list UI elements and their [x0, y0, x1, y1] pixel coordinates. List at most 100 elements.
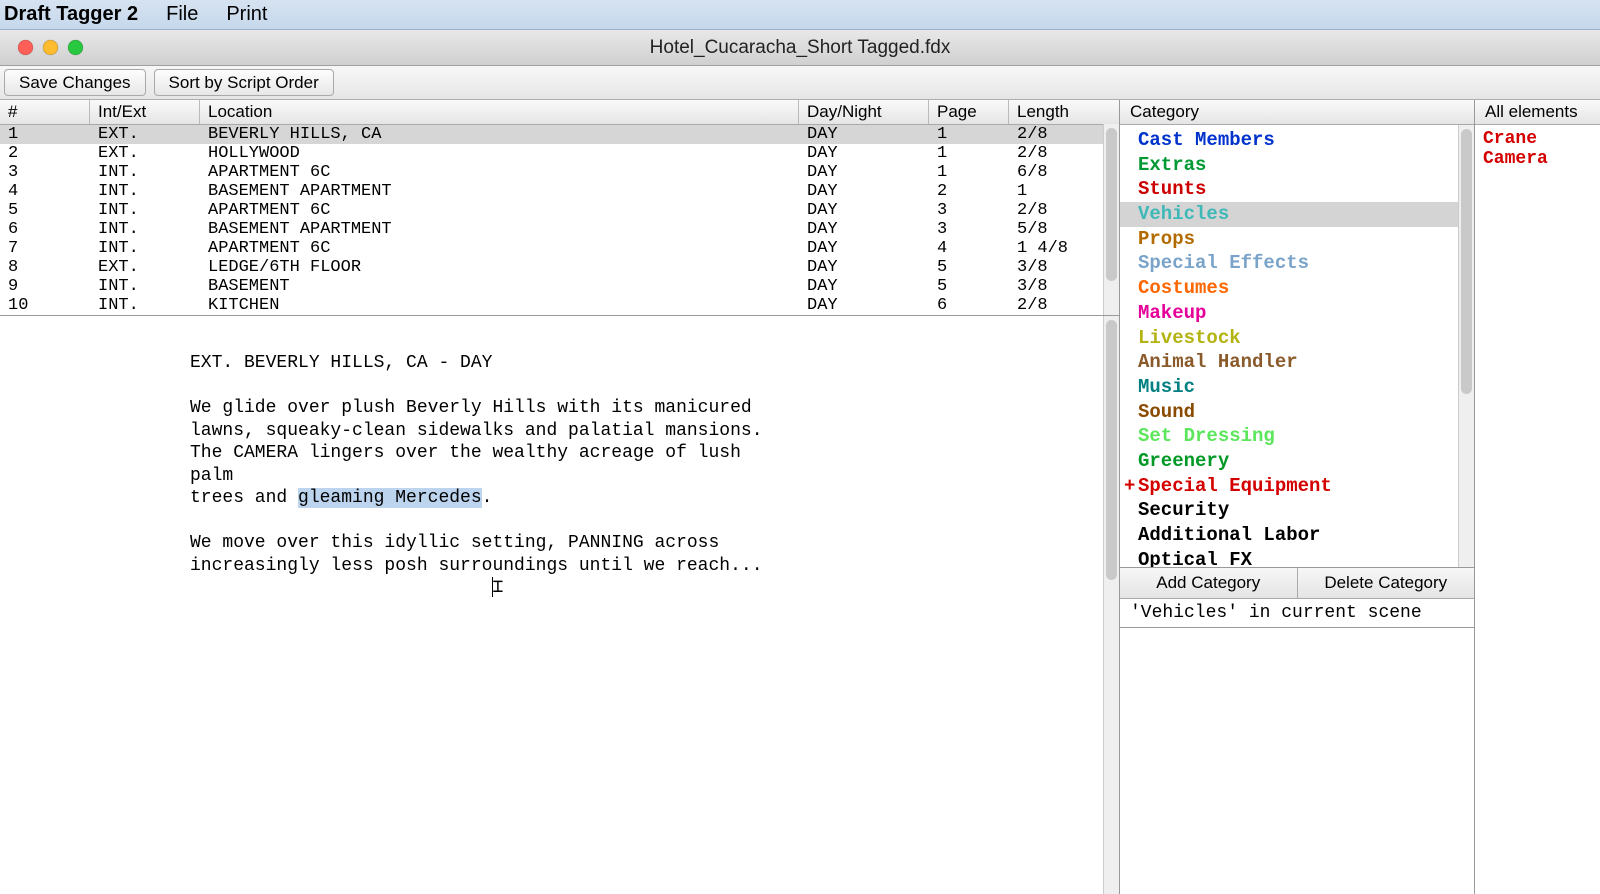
cell-loc: APARTMENT 6C	[200, 201, 799, 220]
category-item-label: Set Dressing	[1138, 425, 1275, 447]
cell-ie: EXT.	[90, 125, 200, 144]
cell-dn: DAY	[799, 296, 929, 315]
window-title: Hotel_Cucaracha_Short Tagged.fdx	[0, 37, 1600, 59]
category-item[interactable]: Makeup	[1120, 301, 1474, 326]
cell-ie: INT.	[90, 296, 200, 315]
cell-num: 3	[0, 163, 90, 182]
category-item[interactable]: Stunts	[1120, 177, 1474, 202]
category-item-label: Special Effects	[1138, 252, 1309, 274]
tagged-element-vehicles[interactable]: gleaming Mercedes	[298, 488, 482, 508]
menu-print[interactable]: Print	[212, 3, 281, 26]
table-row[interactable]: 1EXT.BEVERLY HILLS, CADAY12/8	[0, 125, 1119, 144]
save-button[interactable]: Save Changes	[4, 69, 146, 96]
cell-page: 2	[929, 182, 1009, 201]
cell-dn: DAY	[799, 182, 929, 201]
right-pane: Category Cast Members ExtrasStuntsVehicle…	[1120, 100, 1600, 894]
category-item[interactable]: Props	[1120, 227, 1474, 252]
workspace: # Int/Ext Location Day/Night Page Length…	[0, 100, 1600, 894]
col-daynight[interactable]: Day/Night	[799, 100, 929, 124]
category-item[interactable]: Set Dressing	[1120, 424, 1474, 449]
cell-page: 1	[929, 163, 1009, 182]
cell-ie: EXT.	[90, 144, 200, 163]
category-column: Category Cast Members ExtrasStuntsVehicle…	[1120, 100, 1475, 894]
element-item[interactable]: Crane Camera	[1483, 129, 1592, 169]
menu-file[interactable]: File	[152, 3, 212, 26]
col-length[interactable]: Length	[1009, 100, 1119, 124]
category-scene-elements[interactable]	[1120, 628, 1474, 894]
table-row[interactable]: 3INT.APARTMENT 6CDAY16/8	[0, 163, 1119, 182]
cell-loc: KITCHEN	[200, 296, 799, 315]
col-page[interactable]: Page	[929, 100, 1009, 124]
cell-loc: BEVERLY HILLS, CA	[200, 125, 799, 144]
cell-loc: BASEMENT APARTMENT	[200, 182, 799, 201]
table-row[interactable]: 8EXT.LEDGE/6TH FLOORDAY53/8	[0, 258, 1119, 277]
category-scrollbar[interactable]	[1458, 125, 1474, 567]
plus-icon: +	[1124, 474, 1135, 499]
cell-loc: APARTMENT 6C	[200, 239, 799, 258]
category-item[interactable]: +Special Equipment	[1120, 474, 1474, 499]
text-cursor-icon: ⌶	[492, 577, 493, 597]
script-content[interactable]: EXT. BEVERLY HILLS, CA - DAY We glide ov…	[0, 316, 790, 600]
category-item[interactable]: Cast Members	[1120, 128, 1474, 153]
category-item[interactable]: Vehicles	[1120, 202, 1474, 227]
script-pane[interactable]: EXT. BEVERLY HILLS, CA - DAY We glide ov…	[0, 316, 1119, 894]
category-item-label: Music	[1138, 376, 1195, 398]
category-item[interactable]: Livestock	[1120, 326, 1474, 351]
cell-ie: INT.	[90, 182, 200, 201]
cell-num: 2	[0, 144, 90, 163]
category-item-label: Vehicles	[1138, 203, 1229, 225]
cell-dn: DAY	[799, 239, 929, 258]
cell-num: 1	[0, 125, 90, 144]
category-item-label: Cast Members	[1138, 129, 1275, 151]
app-name: Draft Tagger 2	[0, 3, 152, 26]
category-item-label: Extras	[1138, 154, 1206, 176]
category-item[interactable]: Animal Handler	[1120, 350, 1474, 375]
cell-page: 3	[929, 201, 1009, 220]
cell-dn: DAY	[799, 220, 929, 239]
scene-table-scrollbar[interactable]	[1103, 124, 1119, 315]
left-pane: # Int/Ext Location Day/Night Page Length…	[0, 100, 1120, 894]
category-item[interactable]: Music	[1120, 375, 1474, 400]
table-row[interactable]: 9INT.BASEMENTDAY53/8	[0, 277, 1119, 296]
elements-list[interactable]: Crane Camera	[1475, 125, 1600, 894]
category-item[interactable]: Greenery	[1120, 449, 1474, 474]
category-item-label: Props	[1138, 228, 1195, 250]
category-item[interactable]: Costumes	[1120, 276, 1474, 301]
category-header[interactable]: Category	[1120, 100, 1474, 125]
cell-ie: INT.	[90, 201, 200, 220]
delete-category-button[interactable]: Delete Category	[1298, 568, 1475, 598]
cell-page: 3	[929, 220, 1009, 239]
table-row[interactable]: 7INT.APARTMENT 6CDAY41 4/8	[0, 239, 1119, 258]
script-scrollbar[interactable]	[1103, 316, 1119, 894]
category-item[interactable]: Sound	[1120, 400, 1474, 425]
cell-page: 5	[929, 258, 1009, 277]
cell-dn: DAY	[799, 144, 929, 163]
category-item[interactable]: Security	[1120, 498, 1474, 523]
category-item-label: Costumes	[1138, 277, 1229, 299]
category-item[interactable]: Optical FX	[1120, 548, 1474, 567]
cell-loc: HOLLYWOOD	[200, 144, 799, 163]
cell-loc: APARTMENT 6C	[200, 163, 799, 182]
col-location[interactable]: Location	[200, 100, 799, 124]
cell-num: 10	[0, 296, 90, 315]
table-row[interactable]: 6INT.BASEMENT APARTMENTDAY35/8	[0, 220, 1119, 239]
menubar: Draft Tagger 2 File Print	[0, 0, 1600, 30]
table-row[interactable]: 10INT.KITCHENDAY62/8	[0, 296, 1119, 315]
add-category-button[interactable]: Add Category	[1120, 568, 1298, 598]
table-row[interactable]: 5INT.APARTMENT 6CDAY32/8	[0, 201, 1119, 220]
table-row[interactable]: 2EXT.HOLLYWOODDAY12/8	[0, 144, 1119, 163]
script-para1-post: .	[482, 488, 493, 508]
category-item-label: Makeup	[1138, 302, 1206, 324]
sort-button[interactable]: Sort by Script Order	[154, 69, 334, 96]
category-item[interactable]: Special Effects	[1120, 251, 1474, 276]
category-item[interactable]: Extras	[1120, 153, 1474, 178]
col-number[interactable]: #	[0, 100, 90, 124]
col-intext[interactable]: Int/Ext	[90, 100, 200, 124]
table-row[interactable]: 4INT.BASEMENT APARTMENTDAY21	[0, 182, 1119, 201]
cell-page: 4	[929, 239, 1009, 258]
category-item-label: Greenery	[1138, 450, 1229, 472]
category-item[interactable]: Additional Labor	[1120, 523, 1474, 548]
elements-header[interactable]: All elements	[1475, 100, 1600, 125]
category-item-label: Livestock	[1138, 327, 1241, 349]
cell-ie: EXT.	[90, 258, 200, 277]
